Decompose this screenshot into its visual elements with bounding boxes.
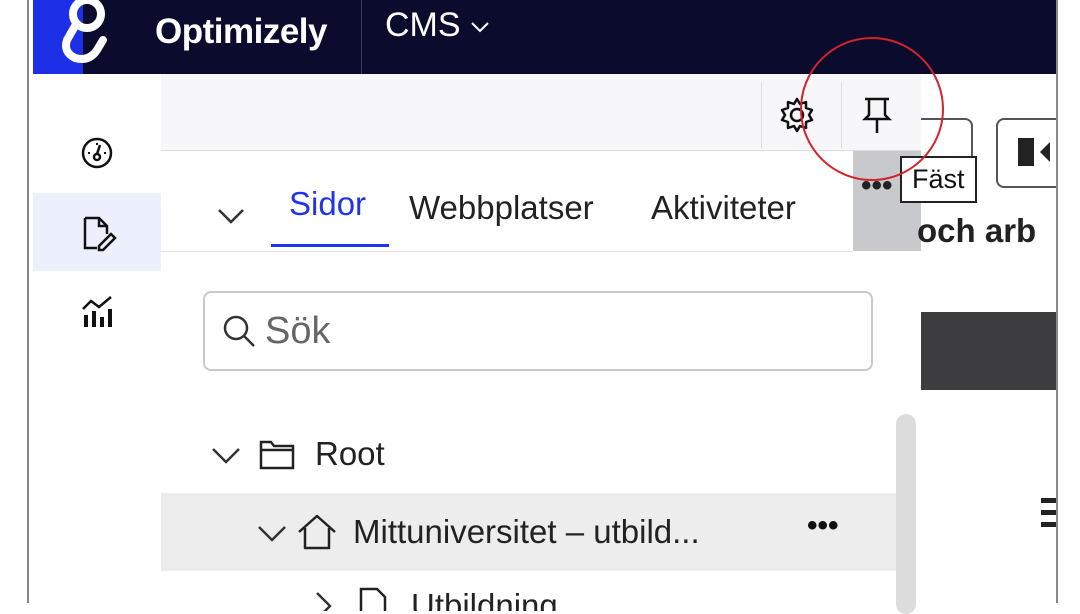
tree-label: Root [315,435,385,472]
highlight-circle [800,37,944,181]
search-icon [223,315,255,347]
rail-item-analytics[interactable] [33,272,161,350]
tree-label: Utbildning [411,587,558,611]
chevron-down-icon[interactable] [215,200,247,232]
nav-rail [33,74,161,603]
search-input[interactable] [263,308,827,354]
scrollbar[interactable] [896,414,916,614]
content-dark-band [921,312,1056,390]
product-switcher[interactable]: CMS [385,6,491,45]
product-label: CMS [385,6,461,44]
dashboard-icon [81,137,113,169]
rail-item-edit[interactable] [33,193,161,271]
page-icon [359,587,387,611]
home-icon [298,514,336,550]
frame-right [1056,0,1080,603]
tab-aktiviteter[interactable]: Aktiviteter [651,189,796,227]
tree-label: Mittuniversitet – utbild... [353,513,700,550]
edit-page-icon [83,216,117,252]
brand-name: Optimizely [155,12,327,51]
folder-icon [259,440,295,470]
top-divider [361,0,362,74]
content-heading: och arb [917,212,1037,249]
tree-row-utbildning[interactable]: Utbildning [161,571,896,611]
tab-sidor[interactable]: Sidor [289,185,366,223]
frame-border [27,0,29,603]
content-area: och arb [917,74,1066,603]
chevron-down-icon[interactable] [255,515,289,549]
tab-webbplatser[interactable]: Webbplatser [409,189,594,227]
optimizely-logo-icon[interactable] [53,0,123,70]
pane-toggle-icon [1018,138,1050,166]
search-box[interactable] [203,291,873,371]
chevron-down-icon[interactable] [209,437,243,471]
more-icon[interactable]: ••• [807,509,839,543]
analytics-icon [82,296,112,327]
tree-row-root[interactable]: Root [161,415,896,493]
tree-row-home[interactable]: Mittuniversitet – utbild... ••• [161,493,896,571]
chevron-right-icon[interactable] [305,589,339,611]
active-tab-indicator [271,244,389,247]
rail-item-dashboard[interactable] [33,114,161,192]
tab-bar: Sidor Webbplatser Aktiviteter [161,151,853,252]
chevron-down-icon [470,21,489,32]
page-tree-panel: Sidor Webbplatser Aktiviteter ••• Root M… [161,74,922,614]
